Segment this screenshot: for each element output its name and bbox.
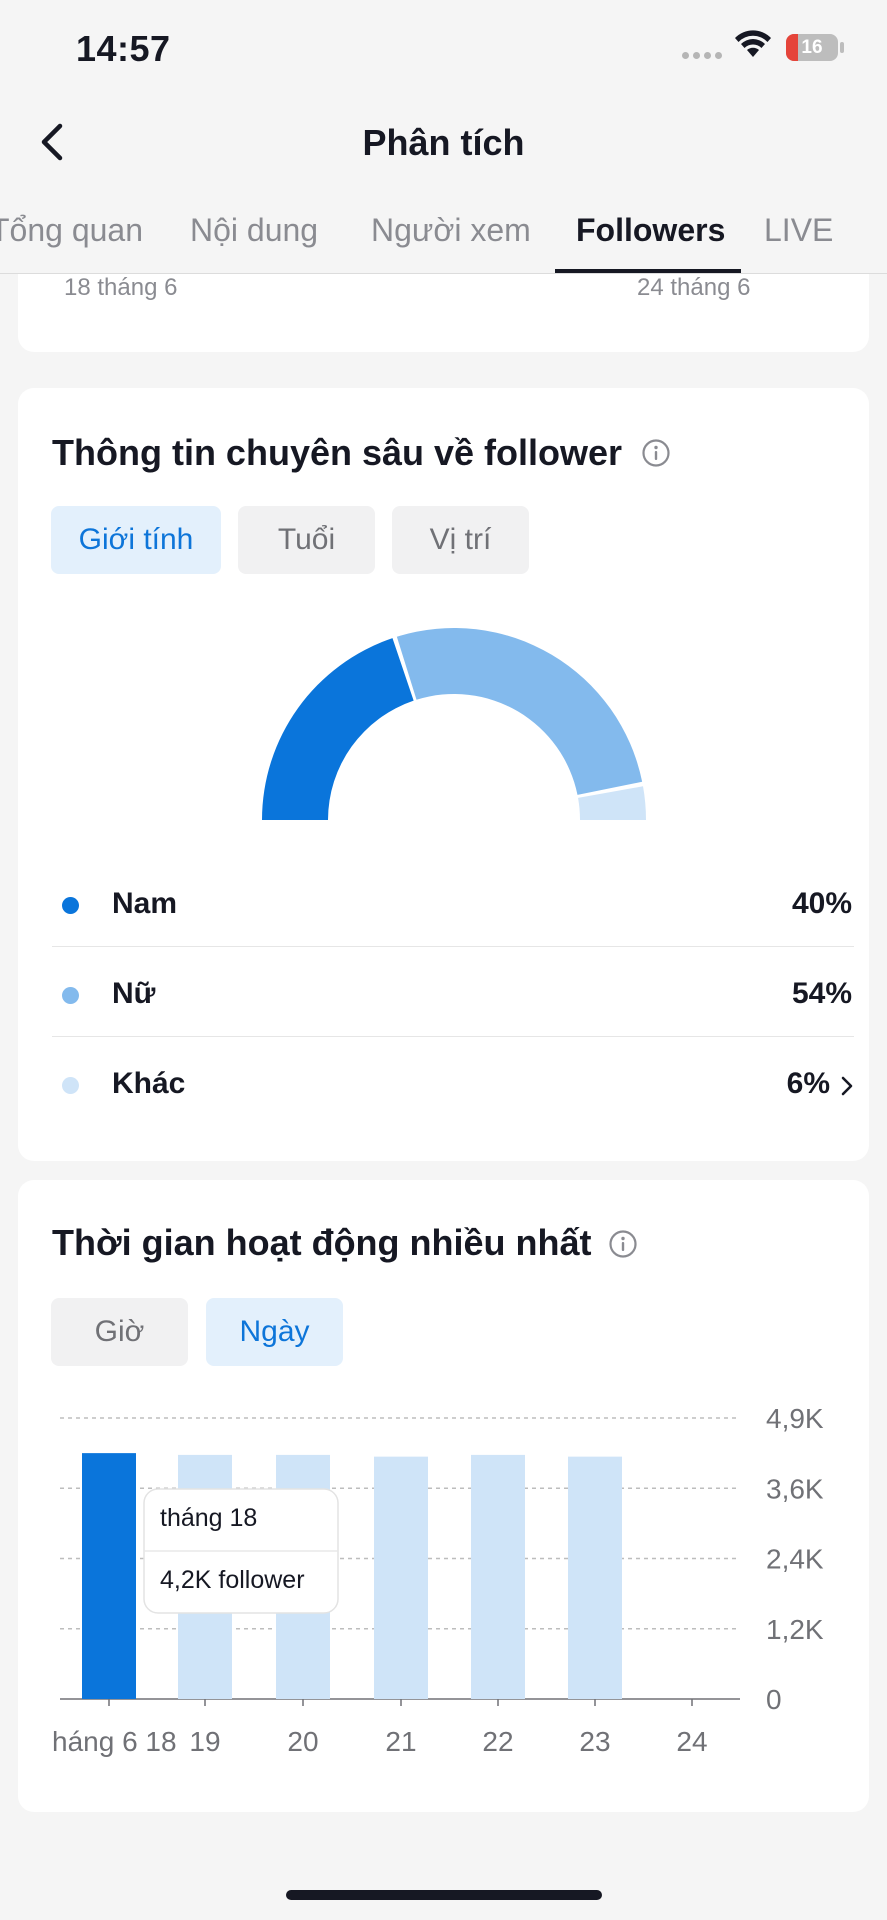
other-dot: [62, 1077, 79, 1094]
bar-22[interactable]: [471, 1454, 525, 1699]
status-time: 14:57: [76, 28, 171, 69]
legend-row-female: Nữ 54%: [52, 947, 854, 1037]
battery-tip: [840, 42, 844, 53]
legend-value: 54%: [791, 977, 852, 1010]
battery-level: 16: [801, 37, 823, 58]
tab-followers[interactable]: Followers: [576, 212, 725, 249]
nav-bar: Phân tích: [0, 100, 887, 190]
tab-content[interactable]: Nội dung: [190, 212, 318, 249]
y-tick-label: 1,2K: [766, 1614, 824, 1645]
follower-insights-card: Thông tin chuyên sâu về follower Giới tí…: [18, 388, 869, 1161]
active-tab-indicator: [555, 269, 741, 273]
legend-value: 40%: [791, 887, 852, 920]
donut-slice-nữ[interactable]: [396, 628, 643, 795]
x-tick-label: 22: [482, 1726, 513, 1757]
y-tick-label: 4,9K: [766, 1403, 824, 1434]
tooltip-value: 4,2K follower: [160, 1566, 305, 1594]
female-dot: [62, 987, 79, 1004]
x-tick-label: háng 6 18: [52, 1726, 177, 1757]
x-tick-label: 20: [287, 1726, 318, 1757]
tooltip-date: tháng 18: [160, 1504, 257, 1532]
x-tick-label: 24: [676, 1726, 707, 1757]
bar-tooltip: tháng 18 4,2K follower: [143, 1488, 339, 1614]
date-start-label: 18 tháng 6: [64, 274, 178, 301]
male-dot: [62, 897, 79, 914]
bar-háng-6-18[interactable]: [82, 1453, 136, 1699]
chevron-right-icon[interactable]: [840, 1075, 854, 1097]
legend-value: 6%: [786, 1067, 830, 1100]
tab-overview[interactable]: Tổng quan: [0, 212, 143, 249]
x-tick-label: 21: [385, 1726, 416, 1757]
y-tick-label: 3,6K: [766, 1473, 824, 1504]
x-tick-label: 23: [579, 1726, 610, 1757]
y-tick-label: 2,4K: [766, 1544, 824, 1575]
status-bar: 14:57 16: [0, 0, 887, 100]
page-title: Phân tích: [362, 122, 525, 163]
bar-23[interactable]: [568, 1456, 622, 1699]
cellular-signal-icon: [682, 52, 722, 59]
tab-live[interactable]: LIVE: [764, 212, 833, 249]
wifi-icon: [735, 30, 771, 57]
battery-icon: 16: [786, 34, 838, 61]
bar-21[interactable]: [374, 1456, 428, 1699]
active-day-bar-chart: 4,9K 3,6K 2,4K 1,2K 0 háng 6 18 19 20 21 22 23 24 th…: [52, 1403, 824, 1757]
gender-half-donut-chart: [262, 628, 646, 820]
legend-label: Khác: [112, 1067, 186, 1100]
donut-slice-nam[interactable]: [262, 638, 414, 820]
y-tick-label: 0: [766, 1684, 782, 1715]
tab-viewers[interactable]: Người xem: [371, 212, 531, 249]
x-tick-label: 19: [189, 1726, 220, 1757]
home-indicator: [286, 1890, 602, 1900]
date-end-label: 24 tháng 6: [637, 274, 751, 301]
most-active-time-card: Thời gian hoạt động nhiều nhất Giờ Ngày …: [18, 1180, 869, 1812]
analytics-tabs: Tổng quan Nội dung Người xem Followers L…: [0, 190, 887, 274]
legend-row-other[interactable]: Khác 6%: [52, 1037, 854, 1127]
legend-label: Nam: [112, 887, 178, 920]
legend-label: Nữ: [112, 977, 156, 1010]
legend-row-male: Nam 40%: [52, 857, 854, 947]
